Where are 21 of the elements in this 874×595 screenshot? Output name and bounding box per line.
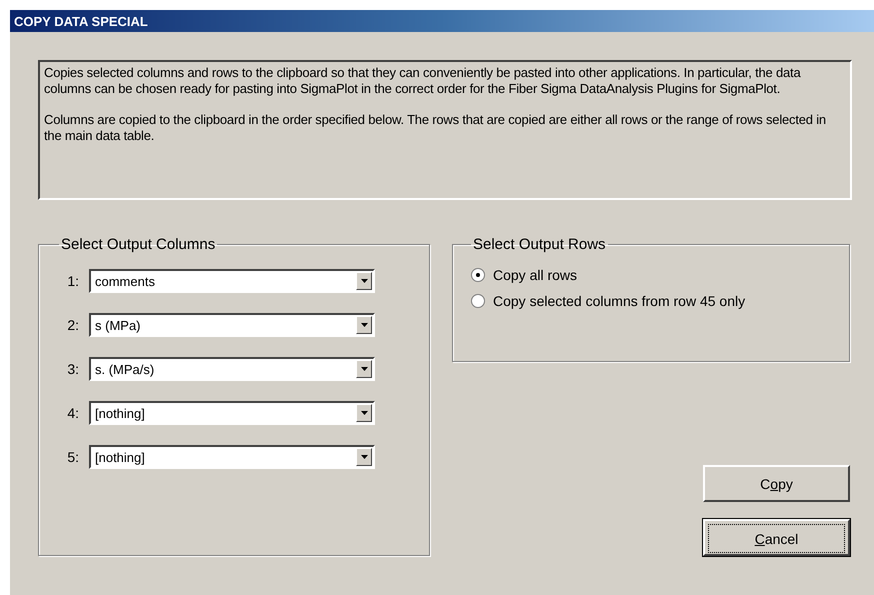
description-text: Copies selected columns and rows to the clipboard so that they can conveniently be pasted into other applications. In particular, the data columns can be chosen ready for pasting into SigmaPlot in the correct order for the Fiber Sigma DataAnalysis Plugins for SigmaPlot. [44, 65, 802, 97]
group-title: Select Output Columns [60, 236, 216, 253]
radio-label[interactable]: Copy selected columns from row 45 only [493, 293, 746, 309]
column-number: 3: [66, 361, 79, 377]
column-dropdown[interactable]: [nothing] [89, 445, 375, 469]
window-title: COPY DATA SPECIAL [14, 14, 148, 28]
column-dropdown[interactable]: s. (MPa/s) [89, 357, 375, 381]
column-number: 5: [66, 449, 79, 465]
description-text: Columns are copied to the clipboard in the order specified below. The rows that are copied are either all rows or the range of rows selected in the main data table. [44, 112, 827, 144]
column-number: 2: [66, 317, 79, 333]
column-number: 1: [66, 273, 79, 289]
radio-button[interactable] [471, 268, 485, 282]
column-dropdown[interactable]: comments [89, 269, 375, 293]
column-number: 4: [66, 405, 79, 421]
group-title: Select Output Rows [472, 236, 607, 253]
radio-label[interactable]: Copy all rows [493, 267, 578, 283]
cancel-button[interactable]: Cancel [703, 519, 850, 556]
radio-button[interactable] [471, 294, 485, 308]
column-dropdown[interactable]: [nothing] [89, 401, 375, 425]
copy-button[interactable]: Copy [703, 465, 850, 502]
column-dropdown[interactable]: s (MPa) [89, 313, 375, 337]
